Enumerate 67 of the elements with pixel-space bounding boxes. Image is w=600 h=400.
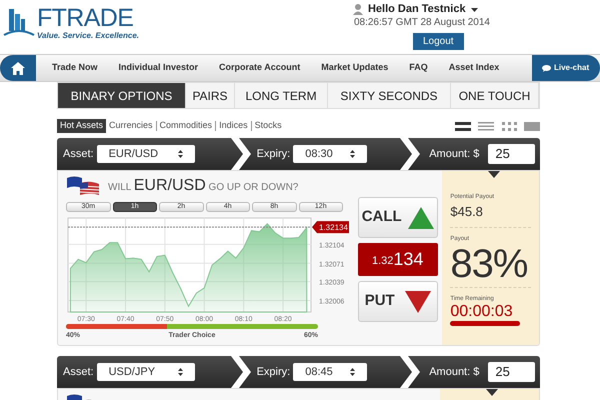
- view-rows-icon[interactable]: [478, 120, 494, 132]
- call-button[interactable]: CALL: [358, 197, 438, 238]
- trade-question: WILL EUR/USD GO UP OR DOWN?: [108, 176, 298, 196]
- sort-arrows-icon: [178, 150, 183, 158]
- amount-label: Amount: $: [429, 364, 480, 380]
- product-tab[interactable]: LONG TERM: [235, 83, 328, 108]
- home-icon: [11, 62, 25, 74]
- product-tab[interactable]: SIXTY SECONDS: [328, 83, 451, 108]
- product-tab[interactable]: ONE TOUCH: [451, 83, 539, 108]
- pointer-icon: [486, 389, 498, 396]
- asset-label: Asset:: [63, 364, 94, 380]
- current-rate-tag: 1.32134: [312, 221, 349, 234]
- put-button[interactable]: PUT: [358, 281, 438, 322]
- ref-line-label: 1.32134: [319, 223, 348, 232]
- product-tab[interactable]: PAIRS: [186, 83, 235, 108]
- sort-arrows-icon: [178, 368, 183, 376]
- product-tab[interactable]: BINARY OPTIONS: [58, 83, 186, 108]
- nav-link[interactable]: FAQ: [409, 61, 428, 75]
- potential-payout-value: $45.8: [450, 202, 531, 228]
- dropdown-value: EUR/USD: [108, 146, 158, 162]
- rate-prefix: 1.32: [372, 254, 394, 270]
- payout-value: 83%: [450, 244, 531, 288]
- sort-arrows-icon: [350, 150, 356, 158]
- logout-button[interactable]: Logout: [412, 33, 464, 50]
- dropdown-value: USD/JPY: [108, 364, 156, 380]
- asset-filter[interactable]: Indices: [216, 119, 251, 133]
- asset-filter[interactable]: Hot Assets: [57, 119, 106, 133]
- dropdown[interactable]: 08:45: [293, 363, 368, 381]
- countdown-timer: 00:00:03: [450, 304, 514, 320]
- nav-link[interactable]: Individual Investor: [118, 61, 198, 75]
- rate-pips: 134: [393, 248, 424, 271]
- down-triangle-icon: [404, 290, 431, 312]
- amount-field[interactable]: 25: [488, 362, 536, 382]
- sort-arrows-icon: [350, 368, 356, 376]
- asset-filter[interactable]: Commodities: [156, 119, 216, 133]
- user-icon: [352, 4, 363, 15]
- logo-tagline: Value. Service. Excellence.: [37, 31, 139, 41]
- dropdown[interactable]: USD/JPY: [96, 363, 195, 381]
- time-bar: [450, 320, 520, 326]
- dropdown[interactable]: EUR/USD: [96, 145, 195, 163]
- asset-label: Asset:: [63, 146, 94, 162]
- dropdown-value: 08:30: [305, 146, 333, 162]
- nav-link[interactable]: Market Updates: [321, 61, 388, 75]
- live-chat-button[interactable]: Live-chat: [532, 55, 600, 81]
- user-greeting[interactable]: Hello Dan Testnick: [368, 3, 466, 16]
- caret-icon: [470, 8, 478, 12]
- nav-link[interactable]: Asset Index: [448, 61, 500, 75]
- view-grid-icon[interactable]: [501, 120, 517, 132]
- amount-label: Amount: $: [429, 146, 480, 162]
- asset-filter[interactable]: Currencies: [106, 119, 156, 133]
- expiry-label: Expiry:: [256, 146, 290, 162]
- home-button[interactable]: [0, 55, 36, 81]
- view-tiles-icon[interactable]: [524, 120, 540, 132]
- nav-link[interactable]: Trade Now: [52, 61, 98, 75]
- amount-field[interactable]: 25: [488, 144, 536, 164]
- view-wide-rows-icon[interactable]: [455, 120, 471, 132]
- pointer-icon: [488, 171, 500, 178]
- nav-link[interactable]: Corporate Account: [219, 61, 300, 75]
- expiry-label: Expiry:: [256, 364, 290, 380]
- flag-icon: [66, 175, 100, 197]
- dropdown[interactable]: 08:30: [293, 145, 368, 163]
- up-triangle-icon: [408, 206, 434, 228]
- dropdown-value: 08:45: [305, 364, 333, 380]
- logo-text: FTRADE: [37, 5, 134, 31]
- chat-bubble-icon: [542, 64, 551, 72]
- asset-filter[interactable]: Stocks: [252, 119, 285, 133]
- date-time: 08:26:57 GMT 28 August 2014: [354, 16, 490, 29]
